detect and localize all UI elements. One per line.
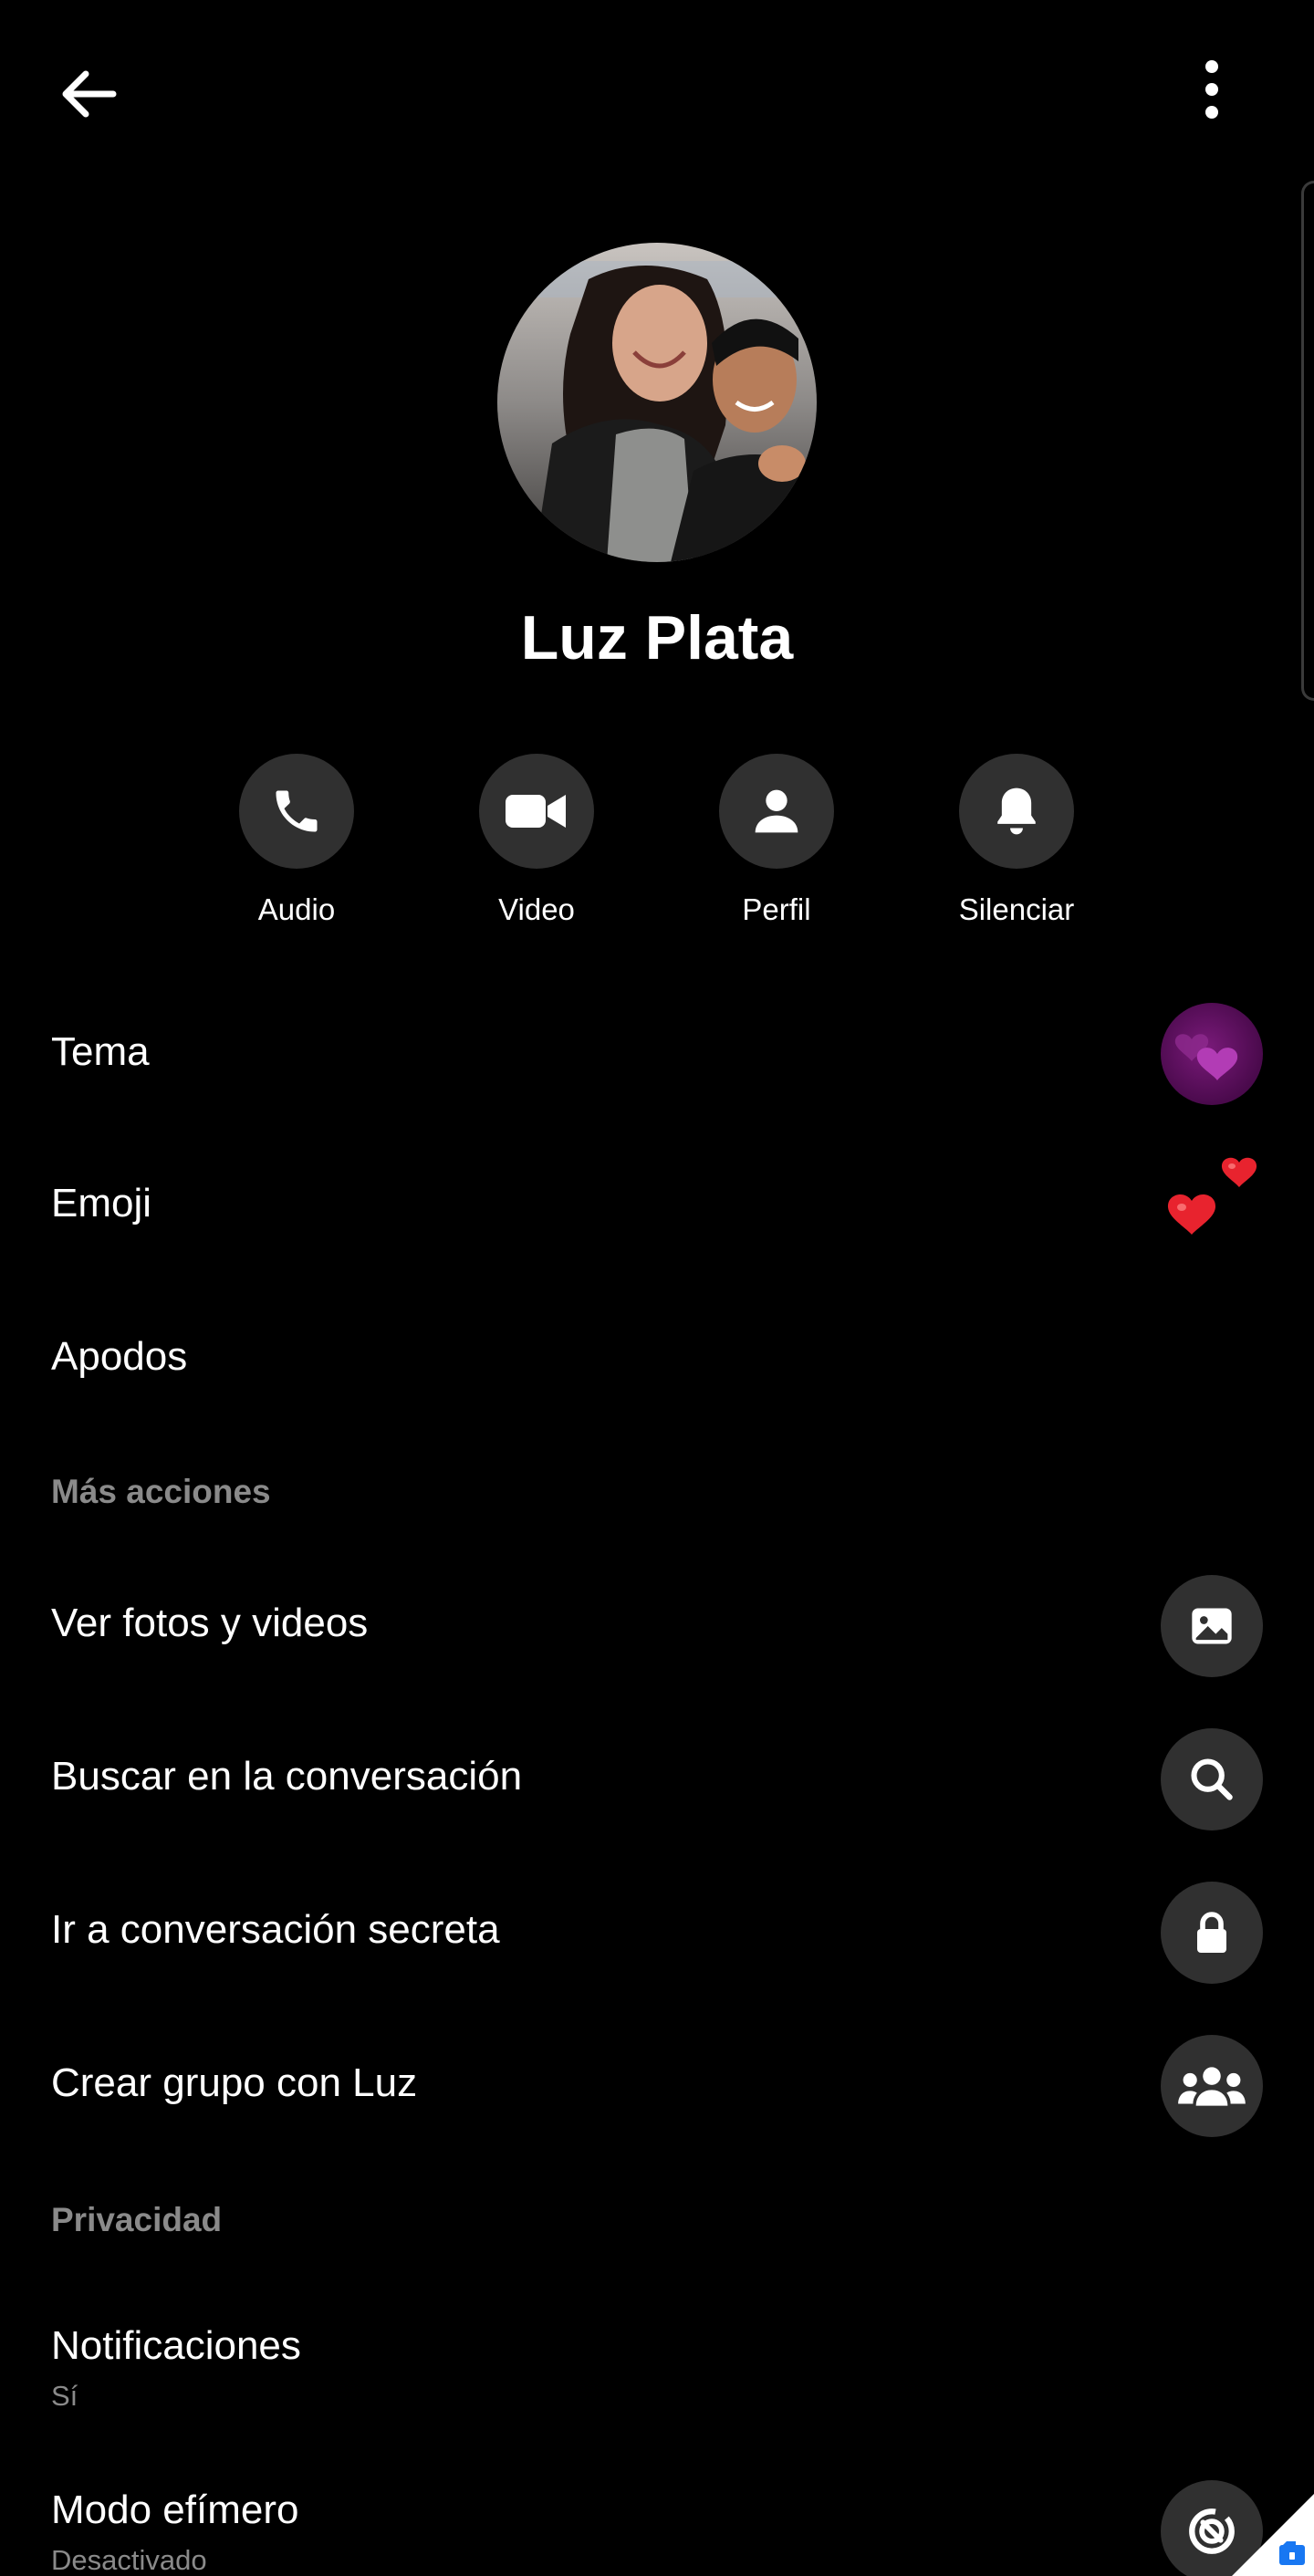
vertical-dots-icon — [1205, 60, 1218, 119]
person-icon — [755, 789, 798, 833]
notifications-row[interactable]: Notificaciones Sí — [0, 2300, 1314, 2427]
arrow-left-icon — [62, 70, 117, 118]
video-call-button[interactable] — [479, 754, 594, 869]
create-group-label: Crear grupo con Luz — [51, 2060, 418, 2105]
lock-icon — [1197, 1912, 1226, 1953]
contact-name: Luz Plata — [520, 603, 794, 673]
vanish-mode-row[interactable]: Modo efímero Desactivado — [0, 2464, 1314, 2576]
floating-badge-icon[interactable] — [1232, 2494, 1314, 2576]
profile-button[interactable] — [719, 754, 834, 869]
media-label: Ver fotos y videos — [51, 1601, 369, 1645]
image-icon — [1192, 1608, 1232, 1644]
search-button[interactable] — [1161, 1728, 1263, 1830]
audio-call-action[interactable]: Audio — [205, 754, 388, 927]
group-icon — [1178, 2067, 1246, 2106]
audio-label: Audio — [257, 892, 336, 926]
create-group-button[interactable] — [1161, 2035, 1263, 2137]
vanish-mode-value: Desactivado — [51, 2544, 207, 2576]
notifications-label: Notificaciones — [51, 2323, 301, 2368]
avatar[interactable] — [497, 243, 817, 562]
theme-preview-icon — [1161, 1003, 1263, 1105]
emoji-row[interactable]: Emoji — [0, 1141, 1314, 1278]
video-camera-icon — [506, 795, 566, 828]
profile-label: Perfil — [742, 892, 811, 926]
media-row[interactable]: Ver fotos y videos — [0, 1551, 1314, 1697]
bell-icon — [997, 787, 1036, 835]
notifications-value: Sí — [51, 2380, 78, 2412]
profile-action[interactable]: Perfil — [685, 754, 868, 927]
profile-photo — [497, 243, 817, 562]
back-button[interactable] — [47, 53, 130, 135]
more-actions-header: Más acciones — [51, 1473, 271, 1510]
audio-call-button[interactable] — [239, 754, 354, 869]
video-label: Video — [498, 892, 575, 926]
video-call-action[interactable]: Video — [445, 754, 628, 927]
nicknames-label: Apodos — [51, 1334, 188, 1379]
search-icon — [1191, 1758, 1233, 1800]
mute-label: Silenciar — [958, 892, 1075, 926]
search-row[interactable]: Buscar en la conversación — [0, 1705, 1314, 1851]
emoji-label: Emoji — [51, 1181, 152, 1225]
vanish-mode-icon — [1189, 2508, 1235, 2554]
mute-action[interactable]: Silenciar — [925, 754, 1108, 927]
secret-conversation-button[interactable] — [1161, 1882, 1263, 1984]
mute-button[interactable] — [959, 754, 1074, 869]
privacy-header: Privacidad — [51, 2201, 223, 2238]
create-group-row[interactable]: Crear grupo con Luz — [0, 2011, 1314, 2157]
theme-label: Tema — [51, 1029, 150, 1074]
nicknames-row[interactable]: Apodos — [0, 1296, 1314, 1424]
more-options-button[interactable] — [1171, 44, 1253, 135]
media-button[interactable] — [1161, 1575, 1263, 1677]
secret-conversation-row[interactable]: Ir a conversación secreta — [0, 1858, 1314, 2004]
conversation-details-screen: Luz Plata Audio Video Perfil Silenciar T… — [0, 0, 1314, 2576]
vanish-mode-label: Modo efímero — [51, 2487, 299, 2532]
heart-emoji-icon — [1167, 1157, 1257, 1235]
search-label: Buscar en la conversación — [51, 1754, 523, 1799]
theme-row[interactable]: Tema — [0, 986, 1314, 1122]
secret-conversation-label: Ir a conversación secreta — [51, 1907, 500, 1952]
phone-icon — [276, 790, 318, 832]
